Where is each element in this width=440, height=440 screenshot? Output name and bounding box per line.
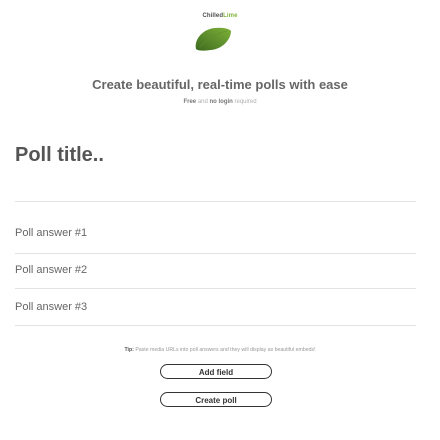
create-poll-button[interactable]: Create poll — [160, 392, 272, 407]
tip-text: Tip: Paste media URLs into poll answers … — [0, 347, 440, 353]
poll-title-input[interactable] — [15, 144, 420, 167]
poll-answer-input-3[interactable] — [15, 300, 415, 314]
tip-body: Paste media URLs into poll answers and t… — [133, 347, 316, 353]
poll-answer-input-1[interactable] — [15, 226, 415, 240]
brand-name-part1: Chilled — [202, 13, 224, 19]
divider — [15, 253, 416, 254]
subheadline-free: Free — [183, 99, 197, 105]
tip-label: Tip: — [124, 347, 134, 353]
divider — [15, 201, 416, 202]
subheadline-and: and — [196, 99, 210, 105]
divider — [15, 288, 416, 289]
brand-name-part2: Lime — [223, 13, 238, 19]
poll-answer-input-2[interactable] — [15, 263, 415, 277]
page-headline: Create beautiful, real-time polls with e… — [92, 77, 348, 92]
add-field-button[interactable]: Add field — [160, 364, 272, 379]
page-subheadline: Free and no login required — [0, 99, 440, 105]
brand-name: ChilledLime — [0, 13, 440, 19]
lime-logo-icon — [195, 27, 231, 51]
subheadline-required: required — [232, 99, 257, 105]
divider — [15, 325, 416, 326]
subheadline-nologin: no login — [209, 99, 233, 105]
